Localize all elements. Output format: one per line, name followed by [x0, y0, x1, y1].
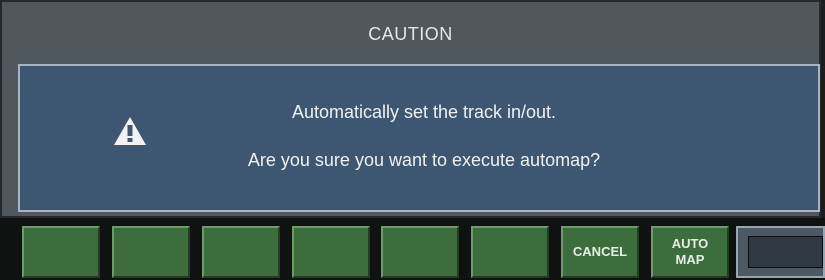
status-field	[736, 226, 825, 278]
soft-button-2[interactable]	[112, 226, 190, 278]
button-bar: CANCEL AUTO MAP	[0, 218, 825, 280]
message-line-1: Automatically set the track in/out.	[291, 102, 557, 122]
status-field-inner	[748, 236, 823, 268]
auto-map-button[interactable]: AUTO MAP	[651, 226, 729, 278]
message-panel: Automatically set the track in/out. Are …	[18, 64, 820, 212]
soft-button-5[interactable]	[381, 226, 459, 278]
caution-dialog: CAUTION Automatically set the track in/o…	[0, 0, 821, 218]
soft-button-3[interactable]	[202, 226, 280, 278]
dialog-title: CAUTION	[368, 24, 453, 44]
message-line-2: Are you sure you want to execute automap…	[247, 150, 601, 170]
cancel-button[interactable]: CANCEL	[561, 226, 639, 278]
soft-button-6[interactable]	[471, 226, 549, 278]
soft-button-1[interactable]	[22, 226, 100, 278]
soft-button-4[interactable]	[292, 226, 370, 278]
